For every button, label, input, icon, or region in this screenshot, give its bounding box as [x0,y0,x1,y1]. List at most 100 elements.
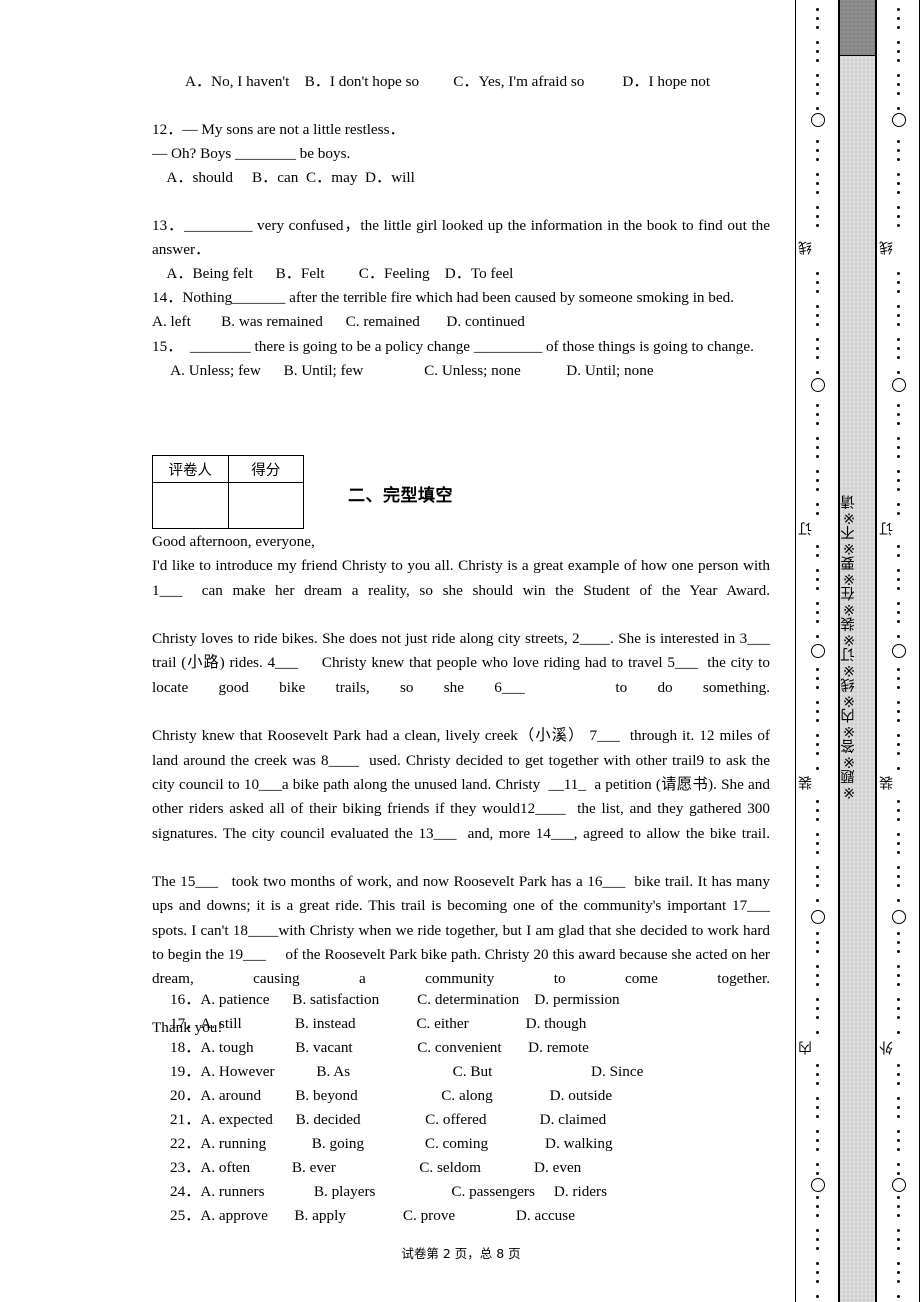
dotted-line-dot [816,371,819,374]
dotted-line-dot [816,290,819,293]
dotted-line-dot [816,1082,819,1085]
dotted-line-dot [897,686,900,689]
binding-margin: 线订装内 ※题※答※内※线※订※装※在※要※不※请 线订装外 [795,0,920,1302]
dotted-line-dot [816,1163,819,1166]
dotted-line-dot [897,587,900,590]
binding-ring-icon [811,113,825,127]
dotted-line-dot [897,1097,900,1100]
choice-row: 21．A. expected B. decided C. offered D. … [170,1111,607,1128]
dotted-line-dot [816,587,819,590]
dotted-line-dot [816,404,819,407]
dotted-line-dot [897,1238,900,1241]
question-14-stem: 14．Nothing_______ after the terrible fir… [152,289,735,306]
dotted-line-dot [816,752,819,755]
dotted-line-dot [816,413,819,416]
section-title-cloze: 二、完型填空 [348,486,453,506]
dotted-line-dot [897,1148,900,1151]
binding-mark-0: 线 [879,241,895,255]
question-14: 14．Nothing_______ after the terrible fir… [152,286,770,334]
score-table-cell-grader[interactable] [152,482,229,529]
page-footer: 试卷第 2 页，总 8 页 [401,1246,521,1261]
dotted-line-dot [897,884,900,887]
dotted-line-dot [816,1214,819,1217]
dotted-line-dot [897,74,900,77]
dotted-line-dot [816,1295,819,1298]
dotted-line-dot [897,809,900,812]
dotted-line-dot [816,1229,819,1232]
dotted-line-dot [816,1031,819,1034]
dotted-line-dot [816,554,819,557]
binding-mark-3: 外 [879,1041,895,1055]
dotted-line-dot [816,1148,819,1151]
dotted-line-dot [816,191,819,194]
dotted-line-dot [816,17,819,20]
question-13: 13．_________ very confused，the little gi… [152,214,770,286]
question-13-options: A．Being felt B．Felt C．Feeling D．To feel [152,265,514,282]
dotted-line-dot [816,686,819,689]
dotted-line-dot [897,545,900,548]
dotted-line-dot [897,107,900,110]
dotted-line-dot [897,1163,900,1166]
dotted-line-dot [897,347,900,350]
dotted-line-dot [897,206,900,209]
question-12-line2: — Oh? Boys ________ be boys. [152,145,351,162]
dotted-line-dot [816,602,819,605]
dotted-line-dot [816,851,819,854]
dotted-line-dot [816,1097,819,1100]
question-12: 12．— My sons are not a little restless． … [152,118,752,190]
dotted-line-dot [816,224,819,227]
dotted-line-dot [897,1106,900,1109]
dotted-line-dot [816,338,819,341]
binding-mark-2: 装 [798,776,814,790]
dotted-line-dot [816,998,819,1001]
dotted-line-left: 线订装内 [796,0,840,1302]
dotted-line-dot [816,767,819,770]
dotted-line-dot [816,620,819,623]
dotted-line-dot [816,809,819,812]
dotted-line-dot [897,719,900,722]
dotted-line-dot [897,149,900,152]
dotted-line-dot [897,743,900,746]
question-13-stem: 13．_________ very confused，the little gi… [152,217,774,258]
question-11-options: A．No, I haven't B．I don't hope so C．Yes,… [185,73,711,90]
dotted-line-dot [816,215,819,218]
dotted-line-dot [897,512,900,515]
dotted-line-dot [816,158,819,161]
dotted-line-dot [897,314,900,317]
dotted-line-dot [816,8,819,11]
dotted-line-dot [816,488,819,491]
dotted-line-dot [816,1271,819,1274]
binding-dotted-column-left: 线订装内 [795,0,839,1302]
dotted-line-dot [897,998,900,1001]
dotted-line-right: 线订装外 [877,0,920,1302]
score-table: 评卷人 得分 [152,455,304,529]
dotted-line-dot [816,884,819,887]
dotted-line-dot [897,1247,900,1250]
dotted-line-dot [816,479,819,482]
dotted-line-dot [816,59,819,62]
dotted-line-dot [816,668,819,671]
binding-ring-icon [811,644,825,658]
dotted-line-dot [816,92,819,95]
exam-page: A．No, I haven't B．I don't hope so C．Yes,… [0,0,920,1302]
dotted-line-dot [816,950,819,953]
dotted-line-dot [897,50,900,53]
score-table-cell-score[interactable] [227,482,304,529]
passage-paragraph-3: Christy knew that Roosevelt Park had a c… [152,727,774,842]
dotted-line-dot [816,734,819,737]
dotted-line-dot [816,974,819,977]
dotted-line-dot [897,752,900,755]
dotted-line-dot [897,1229,900,1232]
dotted-line-dot [897,554,900,557]
dotted-line-dot [816,173,819,176]
dotted-line-dot [816,1196,819,1199]
dotted-line-dot [816,314,819,317]
binding-dotted-column-right: 线订装外 [876,0,920,1302]
dotted-line-dot [897,272,900,275]
dotted-line-dot [897,1031,900,1034]
seal-band-dark-block [840,0,875,56]
dotted-line-dot [816,422,819,425]
dotted-line-dot [816,356,819,359]
binding-mark-0: 线 [798,241,814,255]
dotted-line-dot [816,1106,819,1109]
